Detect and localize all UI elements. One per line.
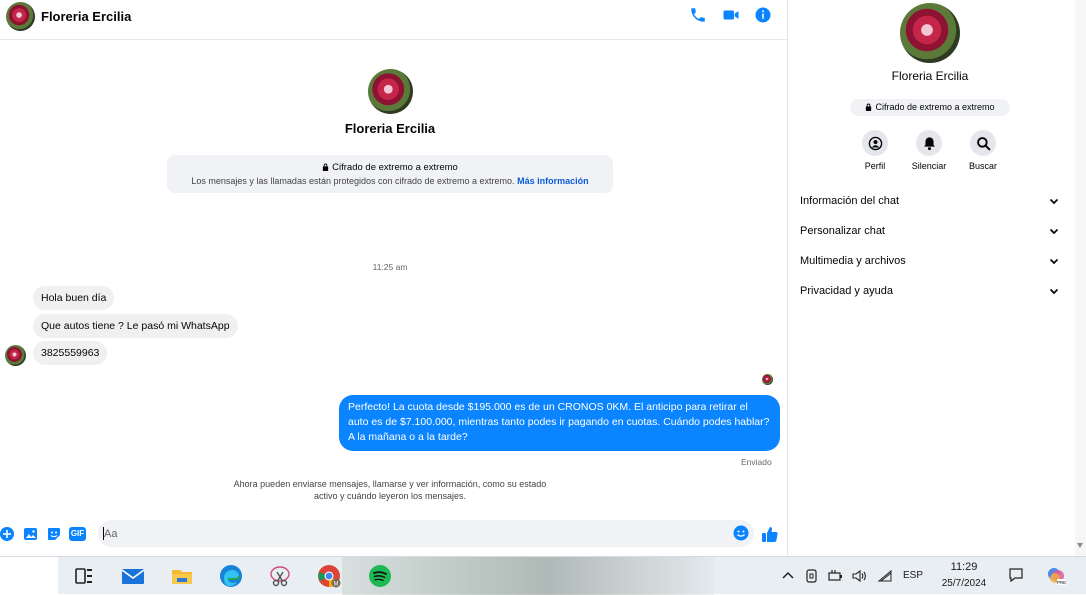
copilot-icon[interactable]: PRE bbox=[1046, 566, 1066, 586]
language-indicator[interactable]: ESP bbox=[903, 570, 923, 581]
section-label: Información del chat bbox=[800, 195, 900, 207]
chevron-down-icon bbox=[1049, 258, 1059, 265]
contact-avatar[interactable] bbox=[6, 2, 35, 31]
incoming-message[interactable]: Hola buen día bbox=[33, 286, 115, 310]
info-icon[interactable] bbox=[754, 6, 772, 24]
chevron-up-icon[interactable] bbox=[780, 568, 796, 584]
message-input-wrapper[interactable] bbox=[98, 520, 754, 547]
mail-icon[interactable] bbox=[121, 564, 145, 588]
messenger-window: Floreria Ercilia Floreria Ercilia Cifrad… bbox=[0, 0, 1086, 556]
gif-icon[interactable]: GIF bbox=[69, 527, 86, 541]
read-receipt-avatar bbox=[762, 374, 773, 385]
conversation-info-panel: Floreria Ercilia Cifrado de extremo a ex… bbox=[789, 0, 1075, 556]
outgoing-message[interactable]: Perfecto! La cuota desde $195.000 es de … bbox=[339, 395, 780, 451]
search-button[interactable]: Buscar bbox=[955, 130, 1011, 171]
chevron-down-icon bbox=[1049, 288, 1059, 295]
chat-header: Floreria Ercilia bbox=[0, 0, 788, 40]
scroll-down-arrow[interactable] bbox=[1077, 543, 1083, 548]
section-media-files[interactable]: Multimedia y archivos bbox=[800, 246, 1060, 276]
sent-status: Enviado bbox=[741, 457, 772, 467]
message-input[interactable] bbox=[104, 520, 724, 547]
plus-icon[interactable] bbox=[0, 526, 15, 542]
profile-icon[interactable] bbox=[862, 130, 888, 156]
clock-date[interactable]: 25/7/2024 bbox=[934, 578, 994, 589]
profile-label: Perfil bbox=[864, 161, 886, 171]
section-chat-info[interactable]: Información del chat bbox=[800, 186, 1060, 216]
volume-icon[interactable] bbox=[851, 568, 867, 584]
message-list[interactable]: Floreria Ercilia Cifrado de extremo a ex… bbox=[0, 40, 788, 516]
info-note: Ahora pueden enviarse mensajes, llamarse… bbox=[233, 479, 547, 501]
scrollbar[interactable] bbox=[1075, 0, 1086, 556]
section-label: Privacidad y ayuda bbox=[800, 285, 893, 297]
spotify-icon[interactable] bbox=[368, 564, 392, 588]
contact-name[interactable]: Floreria Ercilia bbox=[41, 9, 131, 24]
bell-icon[interactable] bbox=[916, 130, 942, 156]
emoji-icon[interactable] bbox=[733, 525, 749, 541]
chrome-icon[interactable]: M bbox=[317, 564, 341, 588]
search-icon[interactable] bbox=[970, 130, 996, 156]
section-customize-chat[interactable]: Personalizar chat bbox=[800, 216, 1060, 246]
sender-avatar bbox=[5, 345, 26, 366]
encryption-title: Cifrado de extremo a extremo bbox=[332, 162, 458, 173]
chevron-down-icon bbox=[1049, 198, 1059, 205]
lock-icon bbox=[866, 103, 872, 111]
composer: GIF bbox=[0, 516, 788, 556]
svg-text:M: M bbox=[334, 582, 339, 588]
encryption-description: Los mensajes y las llamadas están proteg… bbox=[191, 176, 515, 186]
incoming-message[interactable]: 3825559963 bbox=[33, 341, 108, 365]
windows-taskbar: M ESP 11:29 25/7/2024 PRE bbox=[0, 556, 1086, 595]
encryption-badge-label: Cifrado de extremo a extremo bbox=[875, 102, 995, 112]
clock-time[interactable]: 11:29 bbox=[934, 561, 994, 573]
meet-now-icon[interactable] bbox=[804, 568, 820, 584]
encryption-badge: Cifrado de extremo a extremo bbox=[850, 99, 1010, 116]
image-icon[interactable] bbox=[23, 526, 39, 542]
panel-contact-name: Floreria Ercilia bbox=[891, 69, 969, 83]
more-info-link[interactable]: Más información bbox=[517, 176, 589, 186]
video-call-icon[interactable] bbox=[722, 6, 740, 24]
search-label: Buscar bbox=[968, 161, 997, 171]
sticker-icon[interactable] bbox=[46, 526, 62, 542]
battery-icon[interactable] bbox=[827, 568, 843, 584]
snipping-tool-icon[interactable] bbox=[268, 564, 292, 588]
section-label: Personalizar chat bbox=[800, 225, 885, 237]
phone-icon[interactable] bbox=[689, 6, 707, 24]
incoming-message[interactable]: Que autos tiene ? Le pasó mi WhatsApp bbox=[33, 314, 238, 338]
chat-pane: Floreria Ercilia Floreria Ercilia Cifrad… bbox=[0, 0, 788, 556]
message-timestamp: 11:25 am bbox=[372, 262, 408, 272]
encryption-notice: Cifrado de extremo a extremo Los mensaje… bbox=[167, 155, 613, 193]
mute-button[interactable]: Silenciar bbox=[901, 130, 957, 171]
chevron-down-icon bbox=[1049, 228, 1059, 235]
taskbar-background bbox=[342, 557, 714, 595]
intro-contact-name: Floreria Ercilia bbox=[344, 121, 436, 136]
intro-avatar bbox=[368, 69, 413, 114]
search-area[interactable] bbox=[0, 557, 58, 595]
notification-icon[interactable] bbox=[1008, 567, 1024, 583]
svg-text:PRE: PRE bbox=[1057, 580, 1066, 585]
mute-label: Silenciar bbox=[911, 161, 947, 171]
task-view-icon[interactable] bbox=[72, 564, 96, 588]
panel-avatar[interactable] bbox=[900, 3, 960, 63]
file-explorer-icon[interactable] bbox=[170, 564, 194, 588]
wifi-icon[interactable] bbox=[877, 568, 893, 584]
profile-button[interactable]: Perfil bbox=[847, 130, 903, 171]
section-label: Multimedia y archivos bbox=[800, 255, 906, 267]
like-icon[interactable] bbox=[761, 525, 779, 543]
section-privacy-help[interactable]: Privacidad y ayuda bbox=[800, 276, 1060, 306]
edge-icon[interactable] bbox=[219, 564, 243, 588]
lock-icon bbox=[322, 163, 329, 171]
